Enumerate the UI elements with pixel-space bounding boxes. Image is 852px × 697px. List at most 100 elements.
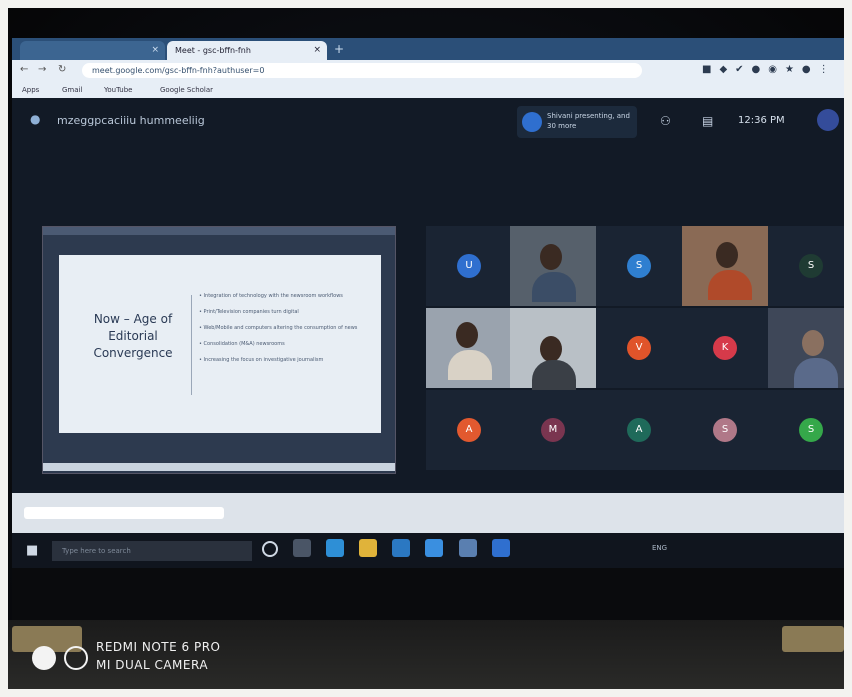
windows-start-icon[interactable]: ■: [26, 543, 38, 558]
store-icon[interactable]: [425, 539, 444, 557]
clock: 12:36 PM: [738, 115, 785, 126]
chat-icon[interactable]: ▤: [702, 114, 713, 128]
meeting-info-icon[interactable]: ●: [30, 112, 40, 126]
participant-video-tile[interactable]: [768, 308, 844, 388]
watermark-camera: MI DUAL CAMERA: [96, 658, 209, 672]
participant-tile[interactable]: A: [426, 390, 512, 470]
taskbar-app-icons: [262, 539, 520, 563]
people-icon[interactable]: ⚇: [660, 114, 671, 128]
watermark-dot-icon: [32, 646, 56, 670]
participant-tile[interactable]: K: [682, 308, 768, 388]
windows-taskbar: ■ Type here to search ENG: [12, 533, 844, 568]
forward-icon[interactable]: →: [38, 64, 46, 75]
participant-avatar: S: [799, 418, 823, 442]
participant-avatar: U: [457, 254, 481, 278]
slide-bullet-text: Integration of technology with the newsr…: [203, 293, 343, 299]
participant-body: [532, 272, 576, 302]
participant-tile[interactable]: V: [596, 308, 682, 388]
browser-toolbar: ← → ↻ meet.google.com/gsc-bffn-fnh?authu…: [12, 60, 844, 82]
slide-bullet-text: Increasing the focus on investigative jo…: [203, 357, 324, 363]
browser-tab-inactive[interactable]: ×: [20, 41, 165, 60]
slide-bullet: • Print/Television companies turn digita…: [199, 309, 299, 315]
slide-divider: [191, 295, 192, 395]
new-tab-icon[interactable]: +: [334, 42, 344, 56]
watermark-ring-icon: [64, 646, 88, 670]
bookmark-youtube[interactable]: YouTube: [104, 82, 132, 98]
participant-avatar: M: [541, 418, 565, 442]
taskbar-search-input[interactable]: Type here to search: [52, 541, 252, 561]
participant-avatar: V: [627, 336, 651, 360]
slide-heading-line: Convergence: [93, 346, 173, 360]
task-view-icon[interactable]: [293, 539, 312, 557]
participant-avatar: A: [627, 418, 651, 442]
slide-bullet: • Integration of technology with the new…: [199, 293, 343, 299]
participant-body: [448, 350, 492, 380]
address-bar[interactable]: meet.google.com/gsc-bffn-fnh?authuser=0: [82, 63, 642, 78]
avatar[interactable]: [817, 109, 839, 131]
participant-video-tile[interactable]: [510, 308, 596, 390]
bookmark-gmail[interactable]: Gmail: [62, 82, 82, 98]
participant-head: [802, 330, 824, 356]
slide-heading: Now – Age of Editorial Convergence: [73, 311, 193, 362]
participant-video-tile[interactable]: [510, 226, 596, 306]
participant-tile[interactable]: S: [768, 226, 844, 306]
monitor-screen: × Meet - gsc-bffn-fnh × + ← → ↻ meet.goo…: [12, 38, 844, 568]
window-search-field[interactable]: [24, 507, 224, 519]
reload-icon[interactable]: ↻: [58, 64, 66, 75]
participant-tile[interactable]: S: [682, 390, 768, 470]
extension-icons[interactable]: ■◆✔●◉★●⋮: [702, 64, 837, 75]
presentation-slide: Now – Age of Editorial Convergence • Int…: [59, 255, 381, 433]
close-icon[interactable]: ×: [313, 41, 321, 60]
system-tray[interactable]: ENG: [652, 544, 667, 552]
participant-video-tile[interactable]: [682, 226, 768, 306]
slide-bullet: • Consolidation (M&A) newsrooms: [199, 341, 285, 347]
mail-icon[interactable]: [458, 539, 477, 557]
bookmarks-bar: Apps Gmail YouTube Google Scholar: [12, 82, 844, 98]
laptop-hinge-right: [782, 626, 844, 652]
app-icon[interactable]: [491, 539, 510, 557]
slide-heading-line: Editorial: [108, 329, 158, 343]
file-explorer-icon[interactable]: [392, 539, 411, 557]
bookmark-apps[interactable]: Apps: [22, 82, 39, 98]
participant-head: [716, 242, 738, 268]
browser-tab-active[interactable]: Meet - gsc-bffn-fnh ×: [167, 41, 327, 60]
slide-bullet-text: Consolidation (M&A) newsrooms: [203, 341, 285, 347]
back-icon[interactable]: ←: [20, 64, 28, 75]
window-statusbar: [43, 463, 395, 471]
participant-head: [540, 336, 562, 362]
laptop-bezel: [12, 568, 844, 623]
cortana-icon[interactable]: [262, 541, 278, 557]
participant-tile[interactable]: A: [596, 390, 682, 470]
laptop-base: [0, 620, 852, 690]
participant-avatar: A: [457, 418, 481, 442]
participant-tile[interactable]: S: [596, 226, 682, 306]
participant-avatar: S: [627, 254, 651, 278]
photo-background: × Meet - gsc-bffn-fnh × + ← → ↻ meet.goo…: [0, 0, 852, 697]
close-icon[interactable]: ×: [151, 41, 159, 60]
tab-label: Meet - gsc-bffn-fnh: [175, 46, 251, 55]
bookmark-scholar[interactable]: Google Scholar: [160, 82, 213, 98]
background-window-strip: [12, 493, 844, 533]
edge-icon[interactable]: [326, 539, 345, 557]
presenter-chip[interactable]: Shivani presenting, and 30 more: [517, 106, 637, 138]
participant-avatar: S: [713, 418, 737, 442]
participant-tile[interactable]: M: [510, 390, 596, 470]
slide-bullet: • Web/Mobile and computers altering the …: [199, 325, 358, 331]
slide-bullet-list: • Integration of technology with the new…: [199, 293, 374, 373]
participant-head: [456, 322, 478, 348]
slide-bullet: • Increasing the focus on investigative …: [199, 357, 324, 363]
slide-bullet-text: Web/Mobile and computers altering the co…: [203, 325, 358, 331]
participant-grid: U S S V K A M A S S: [426, 226, 844, 471]
participant-body: [532, 360, 576, 390]
participant-video-tile[interactable]: [426, 308, 512, 388]
participant-body: [794, 358, 838, 388]
participant-tile[interactable]: S: [768, 390, 844, 470]
participant-body: [708, 270, 752, 300]
slide-bullet-text: Print/Television companies turn digital: [203, 309, 299, 315]
window-titlebar: [43, 227, 395, 235]
chrome-icon[interactable]: [359, 539, 378, 557]
participant-avatar: S: [799, 254, 823, 278]
shared-screen-window: Now – Age of Editorial Convergence • Int…: [42, 226, 396, 474]
participant-tile[interactable]: U: [426, 226, 512, 306]
browser-tab-strip: × Meet - gsc-bffn-fnh × +: [12, 38, 844, 60]
